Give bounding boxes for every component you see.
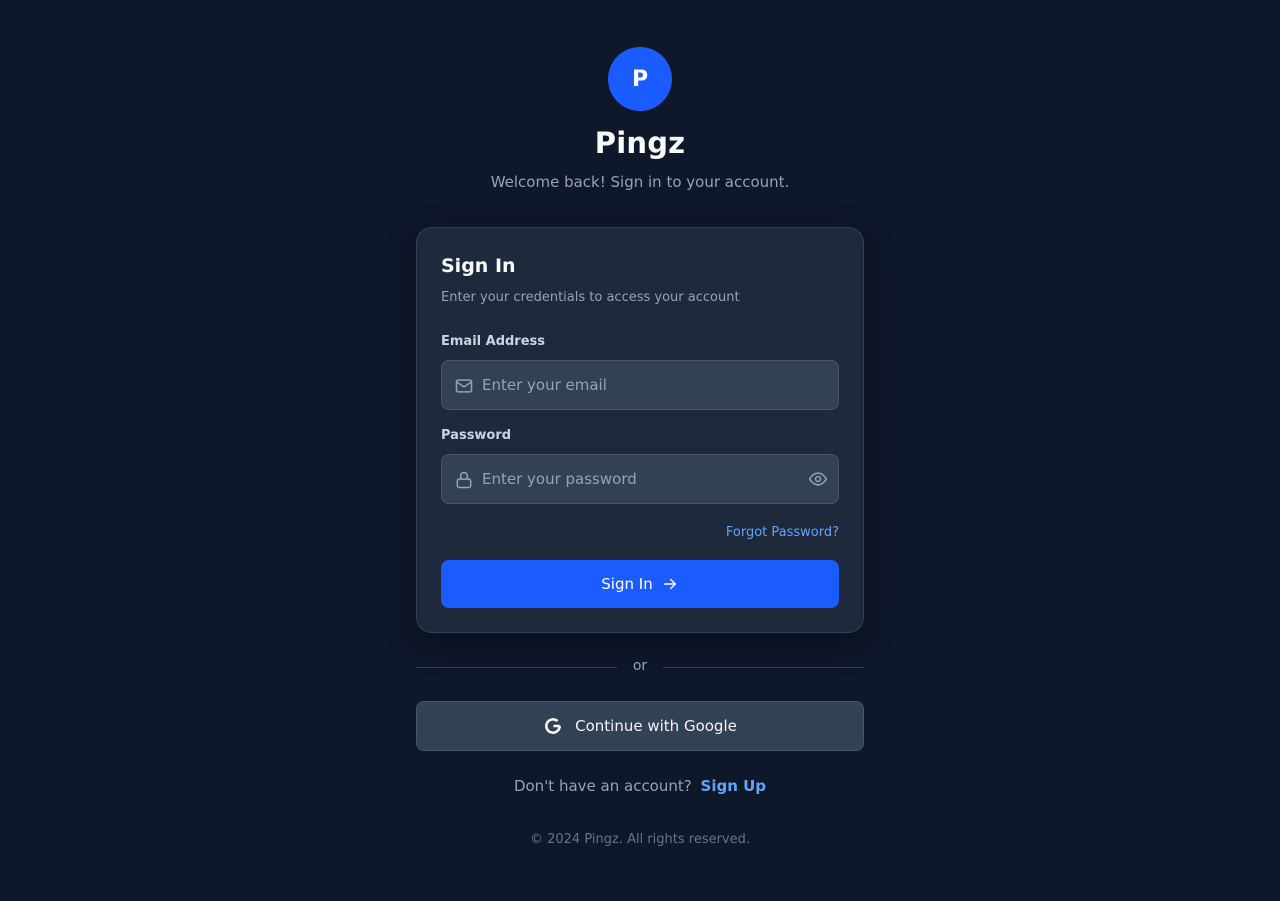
card-subtitle: Enter your credentials to access your ac… xyxy=(441,290,740,305)
sign-in-card: Sign In Enter your credentials to access… xyxy=(416,227,864,633)
lock-icon xyxy=(456,471,472,489)
brand-logo: P xyxy=(608,47,672,111)
sign-up-prompt: Don't have an account? xyxy=(513,777,692,795)
google-button-label: Continue with Google xyxy=(575,717,737,735)
email-field-container[interactable] xyxy=(441,360,839,410)
sign-up-row: Don't have an account? Sign Up xyxy=(0,777,1280,795)
password-input[interactable] xyxy=(482,455,802,503)
login-page: P Pingz Welcome back! Sign in to your ac… xyxy=(0,0,1280,901)
card-title: Sign In xyxy=(441,255,516,277)
divider-line-left xyxy=(416,667,617,668)
google-sign-in-button[interactable]: Continue with Google xyxy=(416,701,864,751)
welcome-tagline: Welcome back! Sign in to your account. xyxy=(490,173,790,191)
password-label: Password xyxy=(441,428,512,443)
sign-up-link[interactable]: Sign Up xyxy=(701,777,767,795)
password-field-container[interactable] xyxy=(441,454,839,504)
footer-copyright: © 2024 Pingz. All rights reserved. xyxy=(529,832,751,847)
divider-line-right xyxy=(663,667,864,668)
sign-in-button-label: Sign In xyxy=(601,575,653,593)
forgot-password-link[interactable]: Forgot Password? xyxy=(726,525,839,540)
brand-logo-letter: P xyxy=(631,66,649,92)
divider-or: or xyxy=(632,658,648,674)
arrow-right-icon xyxy=(663,578,676,590)
mail-icon xyxy=(455,379,473,393)
eye-icon[interactable] xyxy=(808,469,828,489)
google-icon xyxy=(545,718,562,734)
sign-in-button[interactable]: Sign In xyxy=(441,560,839,608)
email-input[interactable] xyxy=(482,361,802,409)
email-label: Email Address xyxy=(441,334,546,349)
app-name: Pingz xyxy=(594,126,686,160)
